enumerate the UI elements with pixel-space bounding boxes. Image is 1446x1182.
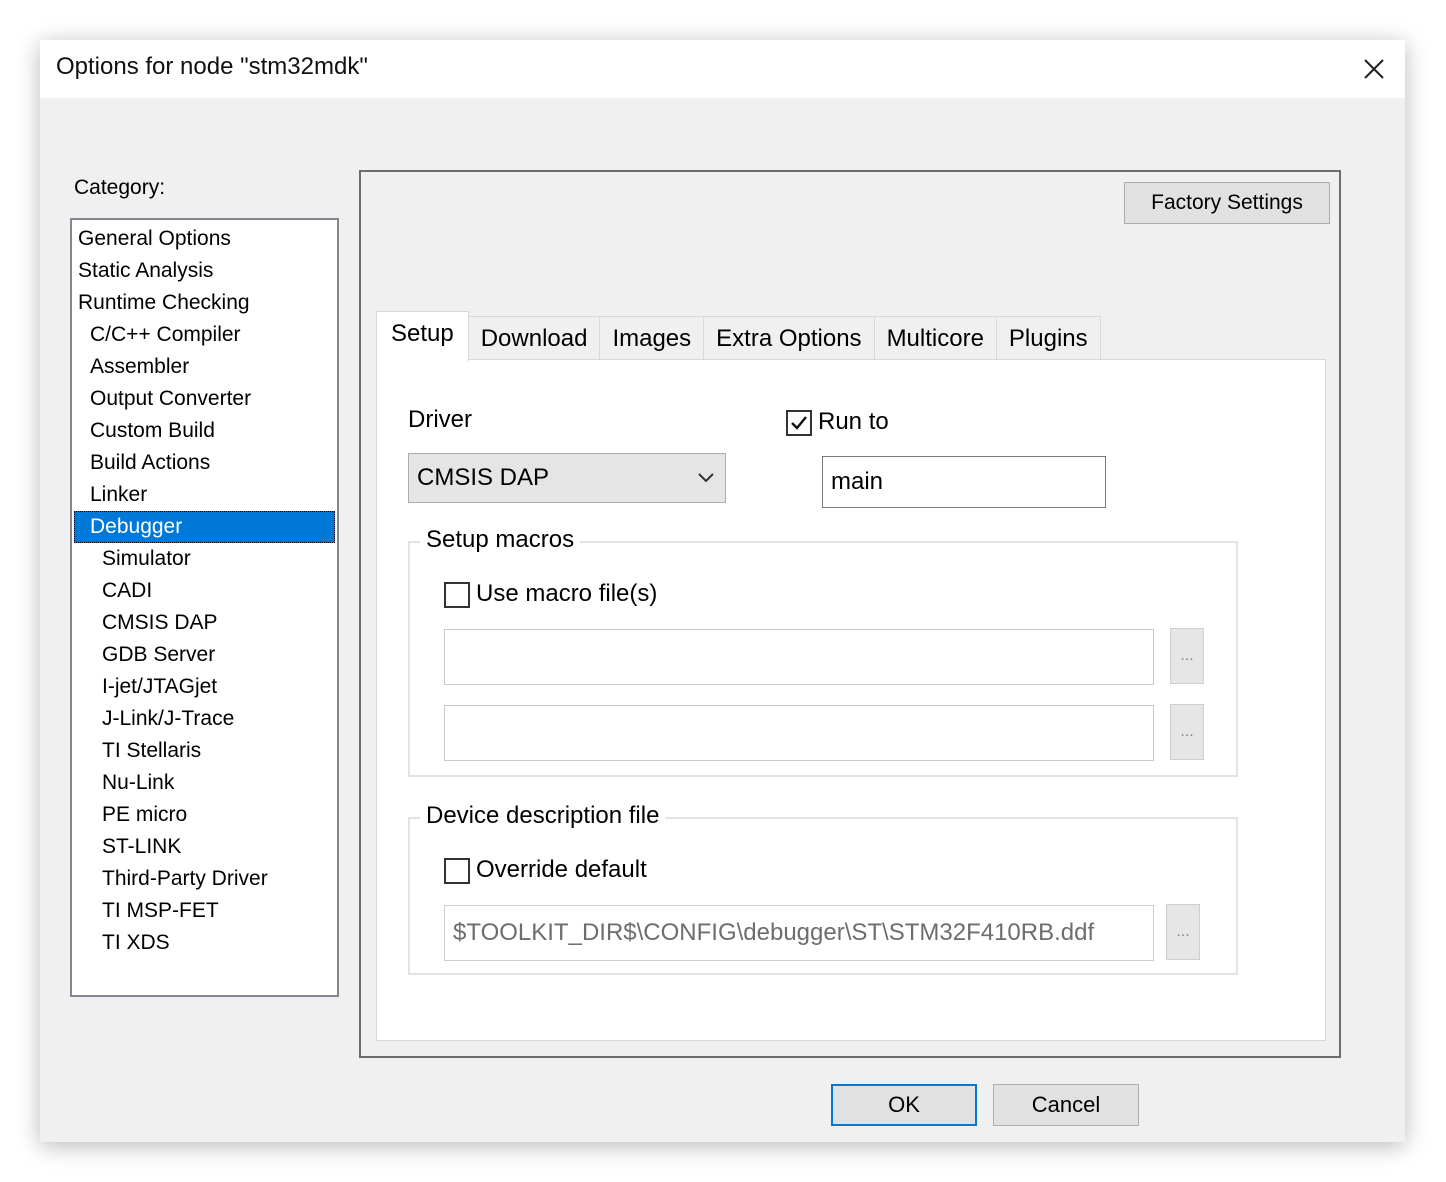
category-item-static-analysis[interactable]: Static Analysis [74, 255, 335, 287]
category-item-ti-stellaris[interactable]: TI Stellaris [74, 735, 335, 767]
factory-settings-button[interactable]: Factory Settings [1124, 182, 1330, 224]
setup-tab-content: Driver CMSIS DAP Run to main Setup macro… [376, 359, 1326, 1041]
category-item-c-c-compiler[interactable]: C/C++ Compiler [74, 319, 335, 351]
device-description-title: Device description file [420, 802, 666, 830]
category-item-general-options[interactable]: General Options [74, 223, 335, 255]
macro-file-input-2[interactable] [444, 705, 1154, 761]
use-macro-label: Use macro file(s) [476, 580, 658, 607]
override-default-checkbox[interactable] [444, 858, 470, 884]
chevron-down-icon [698, 473, 714, 483]
driver-label: Driver [408, 406, 472, 433]
options-dialog: Options for node "stm32mdk" Category: Ge… [40, 40, 1405, 1142]
setup-macros-title: Setup macros [420, 526, 581, 554]
category-item-build-actions[interactable]: Build Actions [74, 447, 335, 479]
run-to-label: Run to [818, 408, 889, 435]
category-item-gdb-server[interactable]: GDB Server [74, 639, 335, 671]
ddf-browse-button[interactable]: ... [1166, 904, 1200, 960]
category-item-cmsis-dap[interactable]: CMSIS DAP [74, 607, 335, 639]
category-item-j-link-j-trace[interactable]: J-Link/J-Trace [74, 703, 335, 735]
override-default-label: Override default [476, 856, 647, 883]
tab-download[interactable]: Download [467, 316, 601, 360]
category-item-assembler[interactable]: Assembler [74, 351, 335, 383]
tab-multicore[interactable]: Multicore [873, 316, 997, 360]
tab-extra-options[interactable]: Extra Options [703, 316, 875, 360]
run-to-input[interactable]: main [822, 456, 1106, 508]
tab-setup[interactable]: Setup [376, 311, 469, 361]
use-macro-checkbox[interactable] [444, 582, 470, 608]
category-label: Category: [74, 176, 166, 199]
macro-browse-button-1[interactable]: ... [1170, 628, 1204, 684]
macro-browse-button-2[interactable]: ... [1170, 704, 1204, 760]
tab-bar: Setup Download Images Extra Options Multicor… [376, 310, 1101, 361]
title-bar: Options for node "stm32mdk" [40, 40, 1405, 98]
category-list[interactable]: General Options Static Analysis Runtime Ch… [70, 218, 339, 997]
category-item-custom-build[interactable]: Custom Build [74, 415, 335, 447]
options-panel: Factory Settings Setup Download Images Extr… [359, 170, 1341, 1058]
category-item-cadi[interactable]: CADI [74, 575, 335, 607]
category-item-st-link[interactable]: ST-LINK [74, 831, 335, 863]
cancel-button[interactable]: Cancel [993, 1084, 1139, 1126]
category-item-linker[interactable]: Linker [74, 479, 335, 511]
category-item-ti-xds[interactable]: TI XDS [74, 927, 335, 959]
category-item-simulator[interactable]: Simulator [74, 543, 335, 575]
ok-button[interactable]: OK [831, 1084, 977, 1126]
category-item-ti-msp-fet[interactable]: TI MSP-FET [74, 895, 335, 927]
driver-select-value: CMSIS DAP [417, 464, 550, 491]
category-item-i-jet-jtagjet[interactable]: I-jet/JTAGjet [74, 671, 335, 703]
close-button[interactable] [1343, 40, 1405, 98]
tab-images[interactable]: Images [599, 316, 705, 360]
checkmark-icon [791, 416, 807, 430]
category-item-output-converter[interactable]: Output Converter [74, 383, 335, 415]
category-item-third-party-driver[interactable]: Third-Party Driver [74, 863, 335, 895]
category-item-debugger[interactable]: Debugger [74, 511, 335, 543]
tab-plugins[interactable]: Plugins [995, 316, 1101, 360]
driver-select[interactable]: CMSIS DAP [408, 453, 726, 503]
close-icon [1364, 59, 1384, 79]
category-item-runtime-checking[interactable]: Runtime Checking [74, 287, 335, 319]
run-to-checkbox[interactable] [786, 410, 812, 436]
category-item-nu-link[interactable]: Nu-Link [74, 767, 335, 799]
category-item-pe-micro[interactable]: PE micro [74, 799, 335, 831]
ddf-path-input[interactable]: $TOOLKIT_DIR$\CONFIG\debugger\ST\STM32F4… [444, 905, 1154, 961]
window-title: Options for node "stm32mdk" [56, 53, 368, 80]
macro-file-input-1[interactable] [444, 629, 1154, 685]
